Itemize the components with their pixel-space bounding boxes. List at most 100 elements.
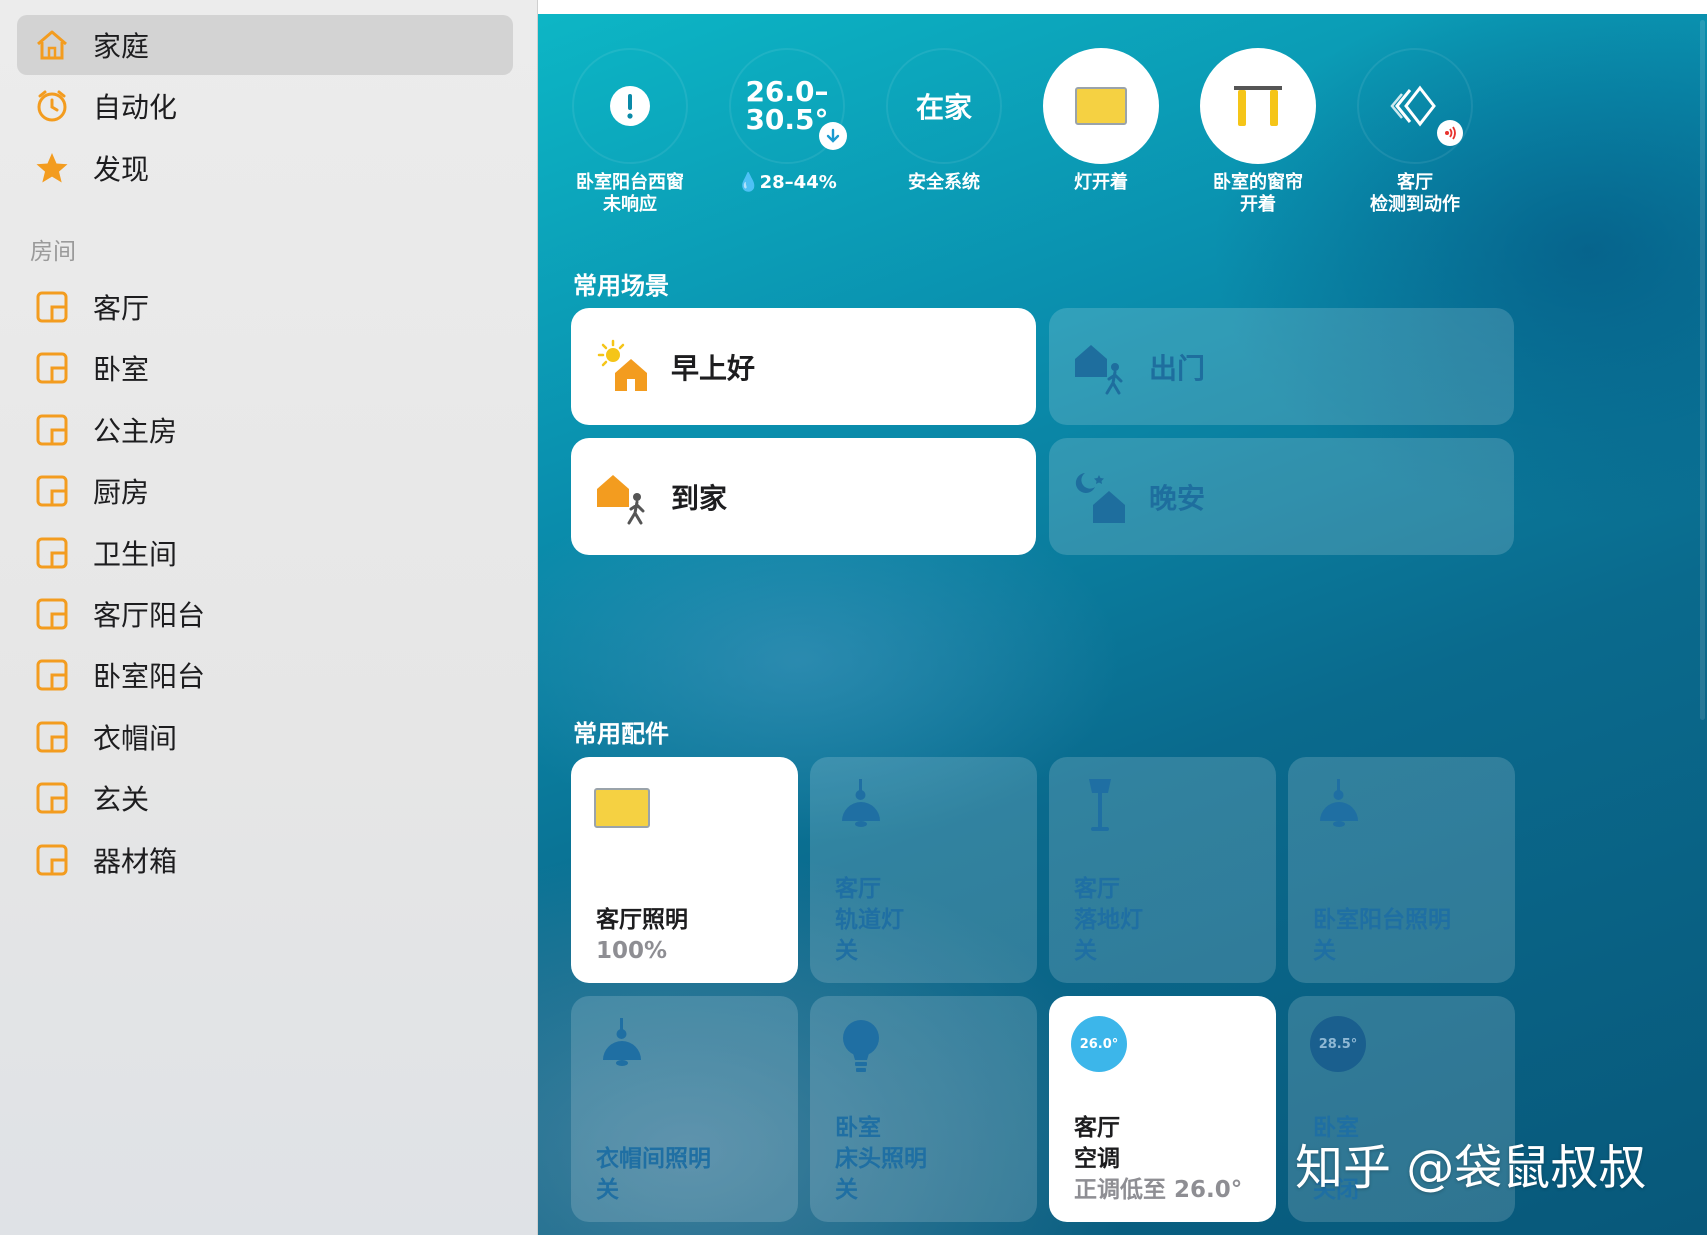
status-motion[interactable]: 客厅 检测到动作 xyxy=(1340,48,1490,216)
humidity-range: 💧28–44% xyxy=(737,172,837,193)
accessory-status: 正调低至 26.0° xyxy=(1074,1177,1243,1203)
room-item[interactable]: 公主房 xyxy=(17,400,513,460)
motion-alert-icon xyxy=(1437,120,1463,146)
room-icon xyxy=(32,348,72,388)
pendant-lamp-icon xyxy=(603,1018,641,1066)
temperature-range-high: 30.5° xyxy=(745,103,829,136)
home-dashboard: 卧室阳台西窗 未响应 26.0– 30.5° 💧28–44% 在家 安全系统 灯开… xyxy=(538,0,1707,1235)
accessory-name: 落地灯 xyxy=(1074,907,1143,933)
room-icon xyxy=(32,655,72,695)
accessory-status: 100% xyxy=(596,938,668,964)
accessory-status: 关 xyxy=(835,938,858,964)
room-icon xyxy=(32,778,72,818)
scene-good-night[interactable]: 晚安 xyxy=(1049,438,1514,555)
room-item[interactable]: 客厅 xyxy=(17,277,513,337)
accessory-status: 关 xyxy=(835,1177,858,1203)
down-arrow-icon xyxy=(819,122,847,150)
accessory-closet-light[interactable]: 衣帽间照明关 xyxy=(571,996,798,1222)
status-curtain[interactable]: 卧室的窗帘 开着 xyxy=(1183,48,1333,216)
thermostat-setpoint: 28.5° xyxy=(1318,1036,1358,1052)
alert-icon xyxy=(610,86,650,126)
scene-good-morning[interactable]: 早上好 xyxy=(571,308,1036,425)
status-lights[interactable]: 灯开着 xyxy=(1026,48,1176,194)
bulb-icon xyxy=(843,1020,879,1072)
accessory-bedroom-balcony-light[interactable]: 卧室阳台照明关 xyxy=(1288,757,1515,983)
room-item[interactable]: 厨房 xyxy=(17,461,513,521)
room-icon xyxy=(32,594,72,634)
room-item[interactable]: 卧室 xyxy=(17,338,513,398)
accessory-living-room-light[interactable]: 客厅照明 100% xyxy=(571,757,798,983)
room-item[interactable]: 客厅阳台 xyxy=(17,584,513,644)
status-caption: 卧室阳台西窗 xyxy=(576,172,684,193)
accessory-track-light[interactable]: 客厅 轨道灯关 xyxy=(810,757,1037,983)
house-icon xyxy=(32,25,72,65)
room-item[interactable]: 玄关 xyxy=(17,768,513,828)
accessory-status: 关 xyxy=(1313,938,1336,964)
accessory-name: 空调 xyxy=(1074,1146,1120,1172)
star-icon xyxy=(32,148,72,188)
room-icon xyxy=(32,717,72,757)
nav-discover[interactable]: 发现 xyxy=(17,138,513,198)
accessory-name: 客厅 xyxy=(1074,876,1120,902)
accessory-floor-lamp[interactable]: 客厅 落地灯关 xyxy=(1049,757,1276,983)
accessory-name: 客厅照明 xyxy=(596,907,688,933)
status-caption: 安全系统 xyxy=(908,172,980,193)
room-item[interactable]: 衣帽间 xyxy=(17,707,513,767)
curtain-icon xyxy=(1234,86,1282,126)
scene-label: 出门 xyxy=(1149,351,1206,385)
accessory-living-room-ac[interactable]: 26.0° 客厅空调正调低至 26.0° xyxy=(1049,996,1276,1222)
rooms-section-title: 房间 xyxy=(30,239,76,265)
room-item[interactable]: 卫生间 xyxy=(17,523,513,583)
scene-arrive-home[interactable]: 到家 xyxy=(571,438,1036,555)
room-icon xyxy=(32,840,72,880)
accessory-status: 关 xyxy=(1074,938,1097,964)
thermostat-setpoint: 26.0° xyxy=(1079,1036,1119,1052)
pendant-lamp-icon xyxy=(842,779,880,827)
nav-automation[interactable]: 自动化 xyxy=(17,76,513,136)
sidebar: 家庭 自动化 发现 房间 客厅卧室公主房厨房卫生间客厅阳台卧室阳台衣帽间 玄关器材… xyxy=(0,0,538,1235)
temperature-range-low: 26.0– xyxy=(745,75,829,108)
room-label: 卧室 xyxy=(93,353,150,386)
top-strip xyxy=(538,0,1707,14)
nav-automation-label: 自动化 xyxy=(93,91,178,124)
accessory-name: 衣帽间照明 xyxy=(596,1146,711,1172)
room-item[interactable]: 器材箱 xyxy=(17,830,513,890)
room-item[interactable]: 卧室阳台 xyxy=(17,645,513,705)
status-caption: 检测到动作 xyxy=(1370,194,1460,215)
room-label: 厨房 xyxy=(93,476,150,509)
room-icon xyxy=(32,410,72,450)
accessory-name: 卧室 xyxy=(835,1115,881,1141)
room-icon xyxy=(32,471,72,511)
room-label: 卫生间 xyxy=(93,538,178,571)
clock-icon xyxy=(32,86,72,126)
status-caption: 卧室的窗帘 xyxy=(1213,172,1303,193)
room-icon xyxy=(32,287,72,327)
accessory-status: 关 xyxy=(596,1177,619,1203)
accessory-name: 客厅 xyxy=(835,876,881,902)
light-panel-icon xyxy=(1075,87,1127,125)
leave-home-icon xyxy=(1075,344,1123,394)
watermark: 知乎 @袋鼠叔叔 xyxy=(1295,1140,1647,1196)
status-window-unresponsive[interactable]: 卧室阳台西窗 未响应 xyxy=(555,48,705,216)
arrive-home-icon xyxy=(597,474,645,524)
motion-sensor-icon xyxy=(1390,85,1436,127)
status-climate[interactable]: 26.0– 30.5° 💧28–44% xyxy=(712,48,862,194)
nav-home[interactable]: 家庭 xyxy=(17,15,513,75)
accessory-name: 客厅 xyxy=(1074,1115,1120,1141)
room-label: 公主房 xyxy=(93,415,178,448)
scene-label: 早上好 xyxy=(671,351,756,385)
room-label: 客厅 xyxy=(93,292,150,325)
status-caption: 未响应 xyxy=(603,194,657,215)
security-mode: 在家 xyxy=(915,91,972,124)
scene-leave-home[interactable]: 出门 xyxy=(1049,308,1514,425)
room-label: 客厅阳台 xyxy=(93,599,206,632)
room-icon xyxy=(32,533,72,573)
accessories-section-title: 常用配件 xyxy=(573,720,669,748)
room-label: 器材箱 xyxy=(93,845,178,878)
scrollbar[interactable] xyxy=(1700,20,1705,720)
accessory-name: 轨道灯 xyxy=(835,907,904,933)
room-label: 卧室阳台 xyxy=(93,660,206,693)
accessory-bedside-light[interactable]: 卧室 床头照明关 xyxy=(810,996,1037,1222)
status-security[interactable]: 在家 安全系统 xyxy=(869,48,1019,194)
status-caption: 客厅 xyxy=(1397,172,1433,193)
